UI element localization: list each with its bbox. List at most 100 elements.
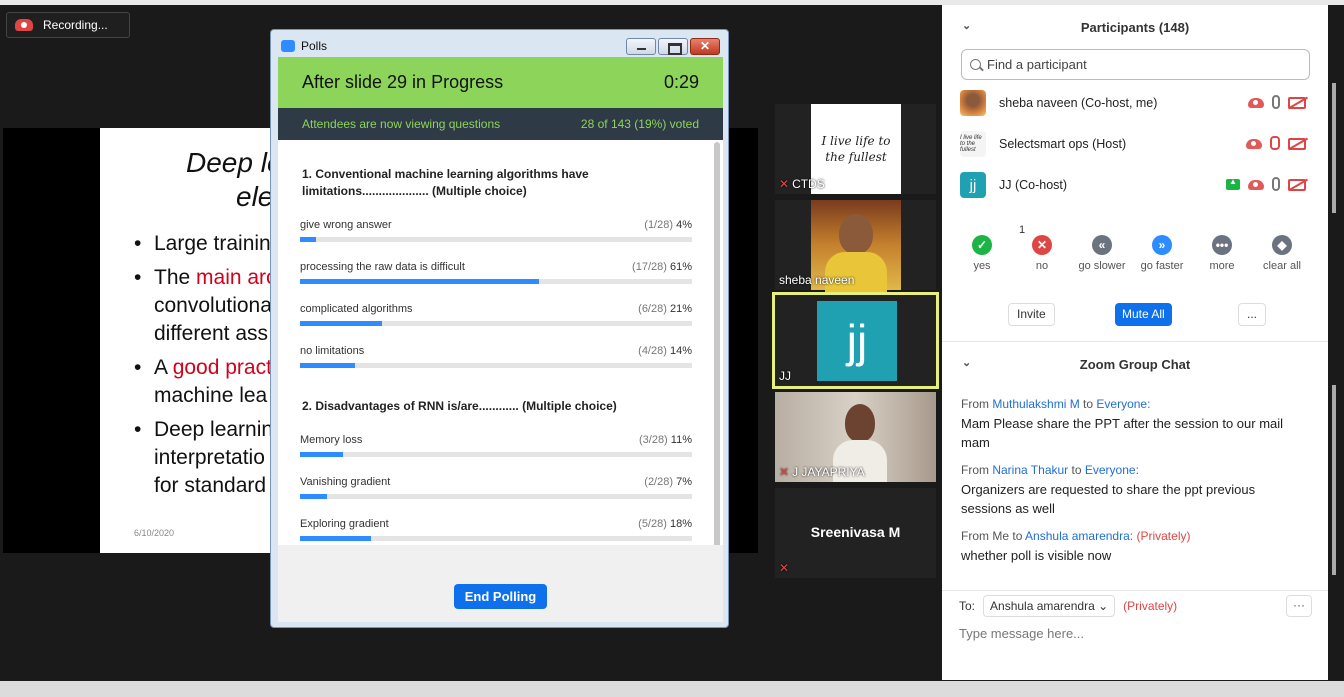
participant-row[interactable]: I live life to the fullest Selectsmart o… <box>960 129 1306 159</box>
reaction-label: more <box>1209 260 1235 272</box>
window-bottom-strip <box>0 681 1344 697</box>
option-count: (17/28) 61% <box>632 261 692 273</box>
reaction-label: no <box>1035 260 1049 272</box>
option-label: no limitations <box>300 345 365 357</box>
poll-status-bar: After slide 29 in Progress 0:29 <box>278 57 723 108</box>
reaction-no[interactable]: ✕ no <box>1012 235 1072 272</box>
reaction-clear-all[interactable]: ◆ clear all <box>1252 235 1312 272</box>
chat-recipient-row: To: Anshula amarendra ⌄ (Privately) <box>959 595 1177 617</box>
recording-indicator[interactable]: Recording... <box>6 12 130 38</box>
video-tile-jayapriya[interactable]: ✕ J JAYAPRIYA <box>775 392 936 482</box>
chat-message: From Narina Thakur to Everyone: Organize… <box>961 463 1256 516</box>
video-off-icon[interactable] <box>1288 137 1306 150</box>
option-count: (5/28) 18% <box>638 518 692 530</box>
option-label: Vanishing gradient <box>300 476 391 488</box>
mic-icon[interactable] <box>1272 95 1280 109</box>
invite-button[interactable]: Invite <box>1008 303 1055 326</box>
option-count: (2/28) 7% <box>644 476 692 488</box>
participant-name: sheba naveen (Co-host, me) <box>999 96 1158 110</box>
reaction-label: clear all <box>1263 260 1301 272</box>
reaction-yes[interactable]: ✓ yes <box>952 235 1012 272</box>
participants-scrollbar[interactable] <box>1332 83 1336 213</box>
participant-search[interactable]: Find a participant <box>961 49 1310 80</box>
video-tile-sheba[interactable]: sheba naveen <box>775 200 936 292</box>
search-input[interactable]: Find a participant <box>987 57 1087 72</box>
option-bar-track <box>300 452 692 457</box>
option-count: (1/28) 4% <box>644 219 692 231</box>
poll-scrollbar[interactable] <box>714 142 720 545</box>
close-button[interactable] <box>690 38 720 55</box>
poll-option: processing the raw data is difficult (17/… <box>300 261 692 285</box>
participant-name: JJ (Co-host) <box>999 178 1068 192</box>
poll-content: After slide 29 in Progress 0:29 Attendee… <box>278 57 723 622</box>
chat-scrollbar[interactable] <box>1332 385 1336 575</box>
reaction-go-slower[interactable]: « go slower <box>1072 235 1132 272</box>
reaction-label: go slower <box>1078 260 1126 272</box>
reaction-icon: ✕ <box>1032 235 1052 255</box>
chevron-down-icon: ⌄ <box>1098 599 1109 613</box>
reaction-more[interactable]: ••• more <box>1192 235 1252 272</box>
option-bar-track <box>300 363 692 368</box>
recipient-dropdown[interactable]: Anshula amarendra ⌄ <box>983 595 1116 617</box>
jj-avatar: jj <box>817 301 897 381</box>
minimize-button[interactable] <box>626 38 656 55</box>
option-label: Memory loss <box>300 434 363 446</box>
maximize-button[interactable] <box>658 38 688 55</box>
side-panel: ⌄ Participants (148) Find a participant … <box>942 5 1336 680</box>
chevron-down-icon[interactable]: ⌄ <box>962 19 971 32</box>
mic-icon[interactable] <box>1272 177 1280 191</box>
chat-message: From Me to Anshula amarendra: (Privately… <box>961 529 1191 563</box>
chat-message: From Muthulakshmi M to Everyone: Mam Ple… <box>961 397 1284 450</box>
recording-icon <box>1248 180 1264 190</box>
poll-status: After slide 29 in Progress <box>302 72 504 92</box>
chat-messages: From Muthulakshmi M to Everyone: Mam Ple… <box>961 397 1301 576</box>
avatar: I live life to the fullest <box>960 131 986 157</box>
option-bar-track <box>300 536 692 541</box>
poll-results-list[interactable]: 1. Conventional machine learning algorit… <box>278 140 723 545</box>
video-tile-sreenivasa[interactable]: Sreenivasa M ✕ <box>775 488 936 578</box>
option-bar-fill <box>300 452 344 457</box>
to-label: To: <box>959 599 976 613</box>
video-off-icon[interactable] <box>1288 96 1306 109</box>
video-tile-jj[interactable]: jj JJ <box>772 292 939 389</box>
participant-row[interactable]: jj JJ (Co-host) <box>960 170 1306 200</box>
window-controls <box>626 38 720 55</box>
poll-sub-bar: Attendees are now viewing questions 28 o… <box>278 108 723 140</box>
participant-row[interactable]: sheba naveen (Co-host, me) <box>960 88 1306 118</box>
reaction-icon: » <box>1152 235 1172 255</box>
poll-question-1: 1. Conventional machine learning algorit… <box>302 167 589 198</box>
option-label: give wrong answer <box>300 219 392 231</box>
poll-option: Vanishing gradient (2/28) 7% <box>300 476 692 500</box>
mic-muted-icon: ✕ <box>779 561 790 575</box>
reaction-label: yes <box>973 260 991 272</box>
option-label: Exploring gradient <box>300 518 389 530</box>
search-icon <box>970 59 981 70</box>
share-screen-icon <box>1226 177 1240 190</box>
chevron-down-icon[interactable]: ⌄ <box>962 356 971 369</box>
chat-title: Zoom Group Chat <box>1079 356 1191 372</box>
mic-muted-icon[interactable] <box>1270 136 1280 150</box>
avatar <box>960 90 986 116</box>
tile-mic: ✕ <box>779 561 789 575</box>
tile-name: ✕ J JAYAPRIYA <box>779 465 865 479</box>
video-tile-ctds[interactable]: I live life to the fullest ✕ CTDS <box>775 104 936 194</box>
mic-muted-icon: ✕ <box>779 465 790 479</box>
option-bar-track <box>300 279 692 284</box>
tile-name-large: Sreenivasa M <box>810 524 901 540</box>
chat-more-button[interactable]: ··· <box>1286 595 1312 617</box>
video-off-icon[interactable] <box>1288 178 1306 191</box>
chat-header: ⌄ Zoom Group Chat <box>942 342 1328 386</box>
option-label: processing the raw data is difficult <box>300 261 465 273</box>
end-polling-button[interactable]: End Polling <box>453 583 548 609</box>
chat-input[interactable]: Type message here... <box>959 626 1084 641</box>
option-count: (4/28) 14% <box>638 345 692 357</box>
reaction-icon: ◆ <box>1272 235 1292 255</box>
reaction-go-faster[interactable]: » go faster <box>1132 235 1192 272</box>
option-bar-fill <box>300 536 371 541</box>
participants-header: ⌄ Participants (148) <box>942 5 1328 49</box>
mic-muted-icon: ✕ <box>779 177 790 191</box>
more-options-button[interactable]: ... <box>1238 303 1267 326</box>
mute-all-button[interactable]: Mute All <box>1115 303 1172 326</box>
avatar: jj <box>960 172 986 198</box>
polls-window[interactable]: Polls After slide 29 in Progress 0:29 At… <box>270 29 729 628</box>
